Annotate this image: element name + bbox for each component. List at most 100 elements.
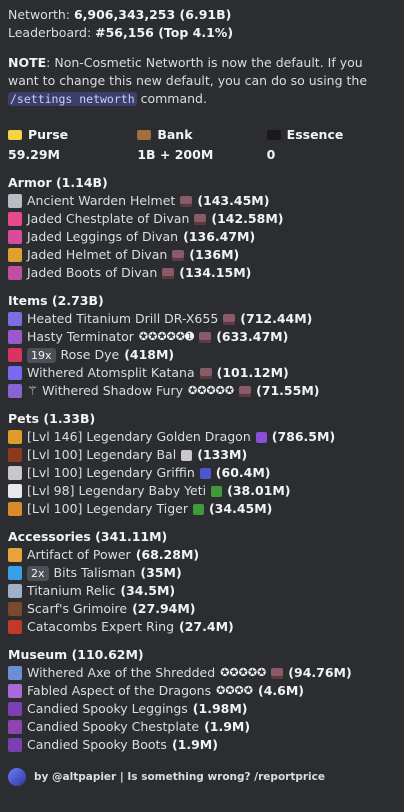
- item-name: Heated Titanium Drill DR-X655: [27, 311, 219, 326]
- leaderboard-line: Leaderboard: #56,156 (Top 4.1%): [8, 24, 396, 42]
- list-item: Jaded Helmet of Divan (136M): [8, 246, 396, 264]
- list-item: 2x Bits Talisman (35M): [8, 564, 396, 582]
- list-item: Candied Spooky Leggings (1.98M): [8, 700, 396, 718]
- item-name: Withered Axe of the Shredded: [27, 665, 216, 680]
- item-name: ⚚ Withered Shadow Fury: [27, 383, 183, 398]
- item-name: Withered Atomsplit Katana: [27, 365, 195, 380]
- item-value: (71.55M): [256, 383, 320, 398]
- stat-label: Purse: [28, 127, 69, 142]
- stat-value: 0: [266, 147, 276, 162]
- item-value: (101.12M): [216, 365, 289, 380]
- item-name: Ancient Warden Helmet: [27, 193, 176, 208]
- footer-avatar-icon: [8, 768, 26, 786]
- item-name: Catacombs Expert Ring: [27, 619, 175, 634]
- chest-icon: [199, 331, 212, 343]
- item-value: (136.47M): [183, 229, 256, 244]
- section-title: Museum (110.62M): [8, 647, 144, 662]
- stat-head: Essence: [266, 126, 396, 144]
- stats-row: Purse 59.29M Bank 1B + 200M Essence 0: [8, 126, 396, 164]
- held-item-icon: [192, 503, 204, 515]
- item-value: (136M): [189, 247, 240, 262]
- list-item: Hasty Terminator ✪✪✪✪✪➊ (633.47M): [8, 328, 396, 346]
- item-name: Jaded Boots of Divan: [27, 265, 158, 280]
- item-value: (27.94M): [132, 601, 196, 616]
- item-icon: [8, 548, 22, 562]
- quantity-badge: 19x: [27, 347, 56, 363]
- sections: Armor (1.14B) Ancient Warden Helmet (143.4…: [8, 174, 396, 754]
- held-item-icon: [181, 449, 193, 461]
- stat-label: Bank: [157, 127, 193, 142]
- item-icon: [8, 502, 22, 516]
- item-icon: [8, 266, 22, 280]
- item-value: (712.44M): [240, 311, 313, 326]
- networth-label: Networth:: [8, 7, 74, 22]
- item-name: Rose Dye: [60, 347, 120, 362]
- item-name: Titanium Relic: [27, 583, 116, 598]
- item-name: Artifact of Power: [27, 547, 131, 562]
- item-icon: [8, 212, 22, 226]
- list-item: Candied Spooky Boots (1.9M): [8, 736, 396, 754]
- stars: ✪✪✪✪✪➊: [138, 330, 195, 343]
- list-item: Scarf's Grimoire (27.94M): [8, 600, 396, 618]
- chest-icon: [172, 249, 185, 261]
- chest-icon: [271, 667, 284, 679]
- section-title: Pets (1.33B): [8, 411, 96, 426]
- item-name: [Lvl 100] Legendary Tiger: [27, 501, 188, 516]
- list-item: Heated Titanium Drill DR-X655 (712.44M): [8, 310, 396, 328]
- list-item: [Lvl 100] Legendary Bal (133M): [8, 446, 396, 464]
- footer-text: by @altpapier | Is something wrong? /rep…: [34, 771, 325, 783]
- section-title: Items (2.73B): [8, 293, 104, 308]
- item-value: (38.01M): [227, 483, 291, 498]
- item-value: (94.76M): [288, 665, 352, 680]
- gold-ingot-icon: [8, 130, 22, 140]
- item-name: Bits Talisman: [53, 565, 136, 580]
- list-item: [Lvl 146] Legendary Golden Dragon (786.5M…: [8, 428, 396, 446]
- held-item-icon: [211, 485, 223, 497]
- list-item: Jaded Leggings of Divan (136.47M): [8, 228, 396, 246]
- essence-icon: [266, 130, 281, 140]
- item-icon: [8, 312, 22, 326]
- list-item: [Lvl 100] Legendary Griffin (60.4M): [8, 464, 396, 482]
- stat-value: 59.29M: [8, 147, 60, 162]
- item-icon: [8, 584, 22, 598]
- list-item: ⚚ Withered Shadow Fury ✪✪✪✪✪ (71.55M): [8, 382, 396, 400]
- list-item: 19x Rose Dye (418M): [8, 346, 396, 364]
- item-value: (34.45M): [208, 501, 273, 516]
- list-item: Artifact of Power (68.28M): [8, 546, 396, 564]
- chest-icon: [239, 385, 252, 397]
- chest-icon: [162, 267, 175, 279]
- stars: ✪✪✪✪: [216, 684, 253, 697]
- footer: by @altpapier | Is something wrong? /rep…: [8, 768, 396, 786]
- chest-icon: [223, 313, 236, 325]
- item-icon: [8, 330, 22, 344]
- item-value: (133M): [197, 447, 248, 462]
- note-label: NOTE: [8, 55, 47, 70]
- item-value: (633.47M): [216, 329, 289, 344]
- item-value: (35M): [140, 565, 182, 580]
- item-value: (4.6M): [257, 683, 304, 698]
- item-icon: [8, 348, 22, 362]
- list-item: Catacombs Expert Ring (27.4M): [8, 618, 396, 636]
- item-value: (34.5M): [120, 583, 176, 598]
- item-name: [Lvl 146] Legendary Golden Dragon: [27, 429, 251, 444]
- item-icon: [8, 620, 22, 634]
- item-value: (1.9M): [171, 737, 218, 752]
- item-name: Candied Spooky Leggings: [27, 701, 188, 716]
- note-text: : Non-Cosmetic Networth is now the defau…: [8, 55, 368, 88]
- item-name: Jaded Chestplate of Divan: [27, 211, 190, 226]
- stat-label: Essence: [286, 127, 344, 142]
- settings-command[interactable]: /settings networth: [8, 92, 137, 106]
- leaderboard-label: Leaderboard:: [8, 25, 96, 40]
- chest-icon: [137, 130, 152, 140]
- list-item: [Lvl 98] Legendary Baby Yeti (38.01M): [8, 482, 396, 500]
- item-icon: [8, 448, 22, 462]
- list-item: Jaded Chestplate of Divan (142.58M): [8, 210, 396, 228]
- stars: ✪✪✪✪✪: [187, 384, 235, 397]
- list-item: [Lvl 100] Legendary Tiger (34.45M): [8, 500, 396, 518]
- stat-head: Bank: [137, 126, 266, 144]
- item-icon: [8, 466, 22, 480]
- item-name: [Lvl 100] Legendary Bal: [27, 447, 177, 462]
- list-item: Withered Atomsplit Katana (101.12M): [8, 364, 396, 382]
- item-icon: [8, 720, 22, 734]
- stars: ✪✪✪✪✪: [220, 666, 267, 679]
